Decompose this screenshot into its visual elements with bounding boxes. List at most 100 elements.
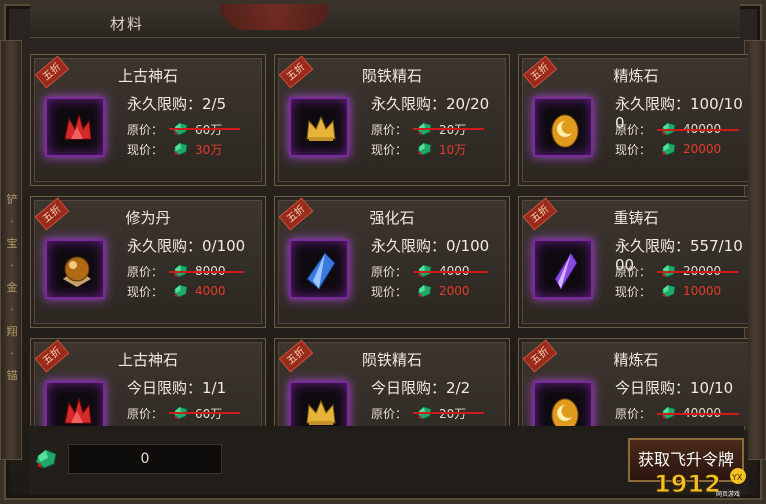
item-info: 今日限购：1/1 原价： 60万 现价： 30万	[127, 379, 263, 426]
purchase-limit: 永久限购：0/100	[127, 237, 246, 255]
original-price-row: 原价： 20万	[371, 119, 507, 139]
current-price: 10000	[683, 284, 722, 298]
purchase-limit: 今日限购：10/10	[615, 379, 734, 397]
original-price: 20万	[412, 122, 485, 137]
wallet-balance: 0	[68, 444, 222, 474]
original-price: 20万	[412, 406, 485, 421]
original-price-row: 原价： 60万	[127, 119, 263, 139]
original-price: 8000	[169, 264, 243, 278]
purchase-limit: 永久限购：20/20	[371, 95, 490, 113]
current-price-row: 现价： 2000	[371, 281, 507, 301]
item-icon-slot[interactable]	[45, 97, 105, 157]
item-card[interactable]: 五折 重铸石 永久限购：557/1000 原价： 20000 现价： 10000	[518, 196, 748, 328]
original-price-label: 原价：	[371, 264, 408, 279]
item-info: 永久限购：557/1000 原价： 20000 现价： 10000	[615, 237, 748, 301]
original-price-label: 原价：	[615, 406, 652, 421]
item-name: 上古神石	[117, 351, 178, 369]
original-price-row: 原价： 40000	[615, 119, 748, 139]
item-info: 今日限购：2/2 原价： 20万 现价： 10万	[371, 379, 507, 426]
item-icon-slot[interactable]	[533, 239, 593, 299]
original-price: 60万	[168, 406, 241, 421]
current-price: 10万	[439, 142, 467, 157]
svg-text:1912: 1912	[654, 470, 721, 498]
current-price-label: 现价：	[371, 142, 408, 157]
item-grid: 五折 上古神石 永久限购：2/5 原价： 60万 现价： 30万 五折 陨铁精石…	[30, 54, 748, 426]
item-card[interactable]: 五折 陨铁精石 永久限购：20/20 原价： 20万 现价： 10万	[274, 54, 510, 186]
original-price-row: 原价： 20万	[371, 403, 507, 423]
original-price-label: 原价：	[615, 122, 652, 137]
item-icon-slot[interactable]	[533, 97, 593, 157]
green-gem-icon	[661, 284, 676, 298]
current-price-label: 现价：	[615, 284, 652, 299]
current-price-label: 现价：	[615, 142, 652, 157]
item-name: 上古神石	[117, 67, 178, 85]
current-price: 30万	[195, 142, 223, 157]
original-price-row: 原价： 60万	[127, 403, 263, 423]
green-gem-icon	[173, 284, 188, 298]
purchase-limit: 永久限购：2/5	[127, 95, 227, 113]
original-price-label: 原价：	[127, 406, 164, 421]
current-price-label: 现价：	[371, 284, 408, 299]
item-icon-slot[interactable]	[45, 239, 105, 299]
original-price-label: 原价：	[371, 406, 408, 421]
item-card[interactable]: 五折 陨铁精石 今日限购：2/2 原价： 20万 现价： 10万	[274, 338, 510, 426]
purchase-limit: 今日限购：1/1	[127, 379, 227, 397]
item-name: 强化石	[369, 209, 415, 227]
green-gem-icon	[35, 449, 57, 469]
original-price: 40000	[656, 122, 740, 136]
current-price: 10万	[439, 425, 466, 427]
purchase-limit: 永久限购：100/100	[615, 95, 743, 132]
current-price-row: 现价： 4000	[127, 281, 263, 301]
item-info: 永久限购：20/20 原价： 20万 现价： 10万	[371, 95, 507, 159]
item-icon-slot[interactable]	[289, 381, 349, 426]
original-price-row: 原价： 40000	[615, 403, 748, 423]
original-price-label: 原价：	[615, 264, 652, 279]
side-ornament-text: 铲·宝·金·翔·锚	[6, 193, 18, 382]
original-price: 40000	[656, 406, 740, 420]
current-price-label: 现价：	[127, 284, 164, 299]
item-info: 永久限购：0/100 原价： 8000 现价： 4000	[127, 237, 263, 301]
current-price-label: 现价：	[615, 425, 661, 427]
item-card[interactable]: 五折 精炼石 今日限购：10/10 原价： 40000 现价： 20000	[518, 338, 748, 426]
bottom-bar: 0 获取飞升令牌	[30, 430, 748, 494]
current-price-row: 现价： 30万	[127, 139, 263, 159]
purchase-limit: 永久限购：557/1000	[615, 237, 743, 274]
item-card[interactable]: 五折 上古神石 今日限购：1/1 原价： 60万 现价： 30万	[30, 338, 266, 426]
item-name: 修为丹	[125, 209, 171, 227]
left-ornament: 铲·宝·金·翔·锚	[0, 40, 22, 460]
item-name: 陨铁精石	[361, 351, 422, 369]
current-price: 4000	[195, 284, 226, 298]
current-price-row: 现价： 20000	[615, 423, 748, 426]
current-price-label: 现价：	[127, 142, 164, 157]
item-icon-slot[interactable]	[533, 381, 593, 426]
item-card[interactable]: 五折 上古神石 永久限购：2/5 原价： 60万 现价： 30万	[30, 54, 266, 186]
current-price-row: 现价： 10万	[371, 423, 507, 426]
svg-text:网页游戏: 网页游戏	[716, 490, 740, 498]
green-gem-icon	[417, 284, 432, 298]
original-price-row: 原价： 8000	[127, 261, 263, 281]
site-watermark-logo: 1912 YX 网页游戏	[654, 468, 746, 498]
item-card[interactable]: 五折 强化石 永久限购：0/100 原价： 4000 现价： 2000	[274, 196, 510, 328]
current-price-row: 现价： 10000	[615, 281, 748, 301]
item-icon-slot[interactable]	[289, 97, 349, 157]
original-price-label: 原价：	[127, 264, 164, 279]
original-price-row: 原价： 20000	[615, 261, 748, 281]
current-price-row: 现价： 10万	[371, 139, 507, 159]
item-info: 今日限购：10/10 原价： 40000 现价： 20000	[615, 379, 748, 426]
title-bar: 材料	[30, 4, 740, 38]
item-info: 永久限购：2/5 原价： 60万 现价： 30万	[127, 95, 263, 159]
item-card[interactable]: 五折 精炼石 永久限购：100/100 原价： 40000 现价： 20000	[518, 54, 748, 186]
green-gem-icon	[417, 142, 432, 156]
item-name: 精炼石	[613, 67, 659, 85]
current-price: 20000	[683, 142, 722, 156]
original-price: 20000	[656, 264, 740, 278]
item-icon-slot[interactable]	[289, 239, 349, 299]
svg-text:YX: YX	[731, 473, 743, 482]
current-price: 2000	[439, 284, 470, 298]
item-name: 精炼石	[613, 351, 659, 369]
item-icon-slot[interactable]	[45, 381, 105, 426]
item-card[interactable]: 五折 修为丹 永久限购：0/100 原价： 8000 现价： 4000	[30, 196, 266, 328]
green-gem-icon	[661, 142, 676, 156]
current-price-row: 现价： 20000	[615, 139, 748, 159]
purchase-limit: 永久限购：0/100	[371, 237, 490, 255]
